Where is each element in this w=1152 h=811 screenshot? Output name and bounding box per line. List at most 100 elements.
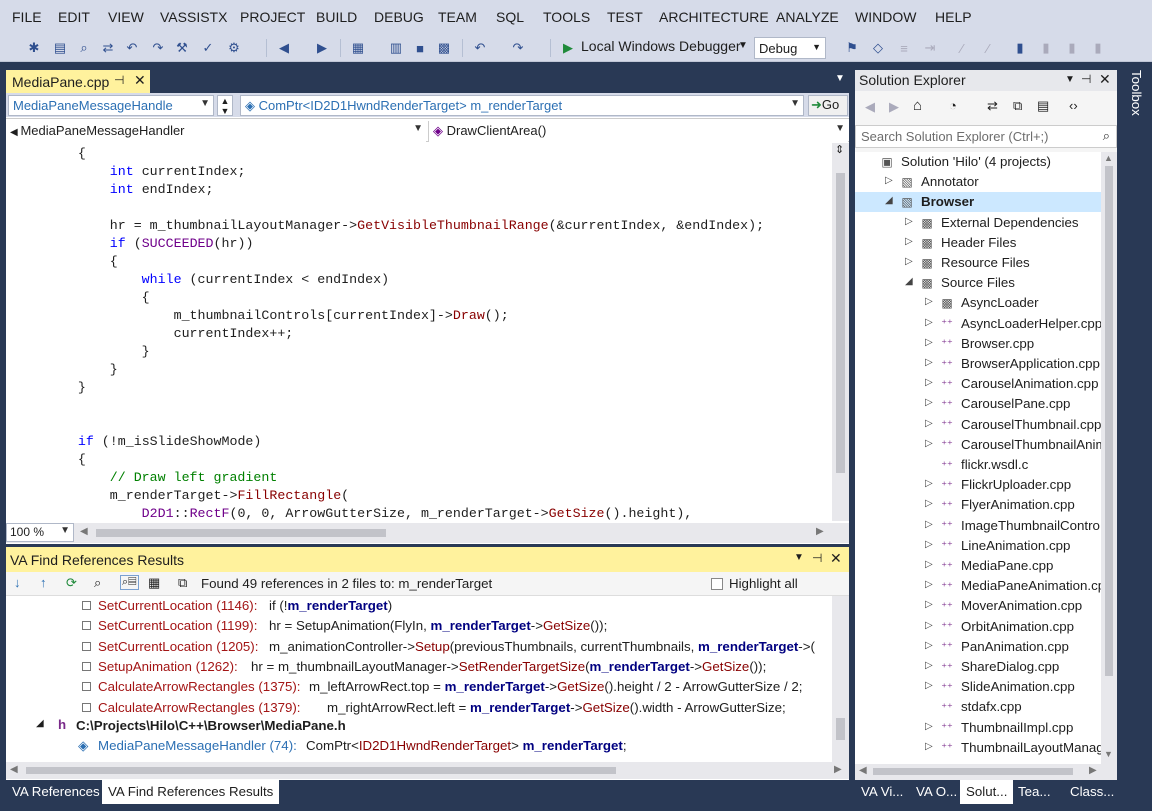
tree-item[interactable]: ▷ ⁺⁺ CarouselPane.cpp xyxy=(855,394,1101,414)
forward-icon[interactable]: ▶ xyxy=(889,99,899,115)
uncomment-icon[interactable]: ⁄ xyxy=(978,38,998,58)
tree-item[interactable]: ▷ ⁺⁺ ShareDialog.cpp xyxy=(855,657,1101,677)
menu-sql[interactable]: SQL xyxy=(496,0,524,36)
navigate-icon[interactable]: ↶ xyxy=(122,38,142,58)
format-icon[interactable]: ≡ xyxy=(894,38,914,58)
expand-icon[interactable]: ▷ xyxy=(905,256,913,267)
tab-team-explorer[interactable]: Tea... xyxy=(1012,780,1057,804)
member-combo[interactable]: ◈ ComPtr<ID2D1HwndRenderTarget> m_render… xyxy=(240,95,804,116)
new-project-icon[interactable]: ✱ xyxy=(24,38,44,58)
menu-help[interactable]: HELP xyxy=(935,0,972,36)
tab-mediapane-cpp[interactable]: MediaPane.cpp ⊣ ✕ xyxy=(6,70,150,93)
class-combo[interactable]: MediaPaneMessageHandle ▼ xyxy=(8,95,214,116)
show-all-files-icon[interactable]: ▤ xyxy=(1037,98,1049,114)
pin-icon[interactable]: ⊣ xyxy=(1081,72,1091,86)
expand-icon[interactable]: ▷ xyxy=(925,680,933,691)
scroll-down-icon[interactable]: ▼ xyxy=(1104,749,1113,759)
tree-item[interactable]: ▷ ⁺⁺ AsyncLoaderHelper.cpp xyxy=(855,314,1101,334)
menu-debug[interactable]: DEBUG xyxy=(374,0,424,36)
expand-icon[interactable]: ▷ xyxy=(925,397,933,408)
scroll-left-icon[interactable]: ◀ xyxy=(80,526,88,537)
new-item-icon[interactable]: ▦ xyxy=(348,38,368,58)
save-all-icon[interactable]: ▩ xyxy=(434,38,454,58)
tab-va-references[interactable]: VA References xyxy=(6,780,106,804)
scroll-left-icon[interactable]: ◀ xyxy=(10,764,18,775)
tree-item[interactable]: ▷ ⁺⁺ ThumbnailImpl.cpp xyxy=(855,718,1101,738)
run-debugger-button[interactable]: Local Windows Debugger xyxy=(581,38,741,54)
open-icon[interactable]: ▤ xyxy=(50,38,70,58)
references-vertical-scrollbar[interactable] xyxy=(832,596,849,762)
tree-item[interactable]: ▷ ⁺⁺ MediaPane.cpp xyxy=(855,556,1101,576)
refactor-icon[interactable]: ⚒ xyxy=(172,38,192,58)
tree-item[interactable]: ▷ ▩ Header Files xyxy=(855,233,1101,253)
expand-icon[interactable]: ▷ xyxy=(925,337,933,348)
tree-item[interactable]: ▷ ⁺⁺ CarouselThumbnailAnim xyxy=(855,435,1101,455)
editor-vertical-scrollbar[interactable]: ⇕ xyxy=(832,143,849,521)
comment-icon[interactable]: ⁄ xyxy=(952,38,972,58)
menu-analyze[interactable]: ANALYZE xyxy=(776,0,839,36)
expand-icon[interactable]: ▷ xyxy=(925,438,933,449)
next-icon[interactable]: ↓ xyxy=(14,575,21,590)
expand-icon[interactable]: ▷ xyxy=(925,498,933,509)
references-horizontal-scrollbar[interactable]: ◀ ▶ xyxy=(6,762,849,779)
expand-icon[interactable]: ▷ xyxy=(905,236,913,247)
redo-icon[interactable]: ↷ xyxy=(508,38,528,58)
pin-icon[interactable]: ⊣ xyxy=(114,73,124,87)
tree-item[interactable]: ◢ ▩ Source Files xyxy=(855,273,1101,293)
expand-icon[interactable]: ▷ xyxy=(925,418,933,429)
scroll-up-icon[interactable]: ▲ xyxy=(1104,153,1113,163)
attach-icon[interactable]: ⚑ xyxy=(842,38,862,58)
tree-item[interactable]: ⁺⁺ flickr.wsdl.c xyxy=(855,455,1101,475)
reference-row[interactable]: CalculateArrowRectangles (1375): m_leftAr… xyxy=(6,677,832,697)
menu-build[interactable]: BUILD xyxy=(316,0,357,36)
menu-architecture[interactable]: ARCHITECTURE xyxy=(659,0,769,36)
tree-item[interactable]: ▷ ▩ Resource Files xyxy=(855,253,1101,273)
tree-item[interactable]: ▷ ⁺⁺ MoverAnimation.cpp xyxy=(855,596,1101,616)
menu-view[interactable]: VIEW xyxy=(108,0,144,36)
tree-horizontal-scrollbar[interactable]: ◀ ▶ xyxy=(855,764,1117,780)
collapse-icon[interactable]: ◢ xyxy=(36,718,44,729)
function-combo[interactable]: ◈ DrawClientArea() ▼ xyxy=(428,121,848,142)
menu-edit[interactable]: EDIT xyxy=(58,0,90,36)
spin-icon[interactable]: ▲ ▼ xyxy=(217,95,233,116)
scroll-right-icon[interactable]: ▶ xyxy=(1089,765,1097,776)
bookmark-next-icon[interactable]: ▮ xyxy=(1062,38,1082,58)
tree-item[interactable]: ▷ ⁺⁺ CarouselAnimation.cpp xyxy=(855,374,1101,394)
expand-icon[interactable]: ▷ xyxy=(885,175,893,186)
expand-icon[interactable]: ▷ xyxy=(925,377,933,388)
scroll-thumb[interactable] xyxy=(836,173,845,473)
scope-combo[interactable]: ◀ MediaPaneMessageHandler ▼ xyxy=(6,121,426,142)
collapse-all-icon[interactable]: ⧉ xyxy=(1013,98,1022,114)
tab-solution-explorer[interactable]: Solut... xyxy=(960,780,1014,804)
tree-item[interactable]: ▷ ⁺⁺ ImageThumbnailContro xyxy=(855,516,1101,536)
expand-icon[interactable]: ▷ xyxy=(925,640,933,651)
split-icon[interactable]: ⇕ xyxy=(835,143,844,156)
toolbox-tab[interactable]: Toolbox xyxy=(1124,70,1144,116)
zoom-combo[interactable]: 100 % ▼ xyxy=(6,523,74,542)
chevron-down-icon[interactable]: ▼ xyxy=(1065,74,1075,85)
expand-icon[interactable]: ▷ xyxy=(925,579,933,590)
reference-row[interactable]: SetCurrentLocation (1199): hr = SetupAnim… xyxy=(6,616,832,636)
references-icon[interactable]: ⇄ xyxy=(98,38,118,58)
search-input[interactable]: Search Solution Explorer (Ctrl+;) ⌕ xyxy=(855,125,1117,148)
tree-item[interactable]: ▷ ⁺⁺ ThumbnailLayoutManag xyxy=(855,738,1101,758)
bookmark-icon[interactable]: ▮ xyxy=(1010,38,1030,58)
undo-icon[interactable]: ↶ xyxy=(470,38,490,58)
expand-icon[interactable]: ▷ xyxy=(905,216,913,227)
expand-icon[interactable]: ▷ xyxy=(925,296,933,307)
reference-row[interactable]: ◈ MediaPaneMessageHandler (74): ComPtr<ID2… xyxy=(6,736,832,756)
spell-icon[interactable]: ✓ xyxy=(198,38,218,58)
chevron-down-icon[interactable]: ▼ xyxy=(794,552,804,563)
refresh-icon[interactable]: ⟳ xyxy=(66,575,77,591)
horizontal-scroll-thumb[interactable] xyxy=(96,529,386,537)
grid-icon[interactable]: ▦ xyxy=(148,575,160,591)
collapse-icon[interactable]: ◢ xyxy=(885,195,893,206)
expand-icon[interactable]: ▷ xyxy=(925,559,933,570)
tab-class-view[interactable]: Class... xyxy=(1064,780,1120,804)
expand-icon[interactable]: ▷ xyxy=(925,478,933,489)
close-icon[interactable]: ✕ xyxy=(1099,71,1111,88)
expand-icon[interactable]: ▷ xyxy=(925,357,933,368)
reference-row[interactable]: SetCurrentLocation (1205): m_animationCon… xyxy=(6,637,832,657)
go-button[interactable]: ➜Go xyxy=(808,95,848,116)
scroll-thumb[interactable] xyxy=(836,718,845,740)
